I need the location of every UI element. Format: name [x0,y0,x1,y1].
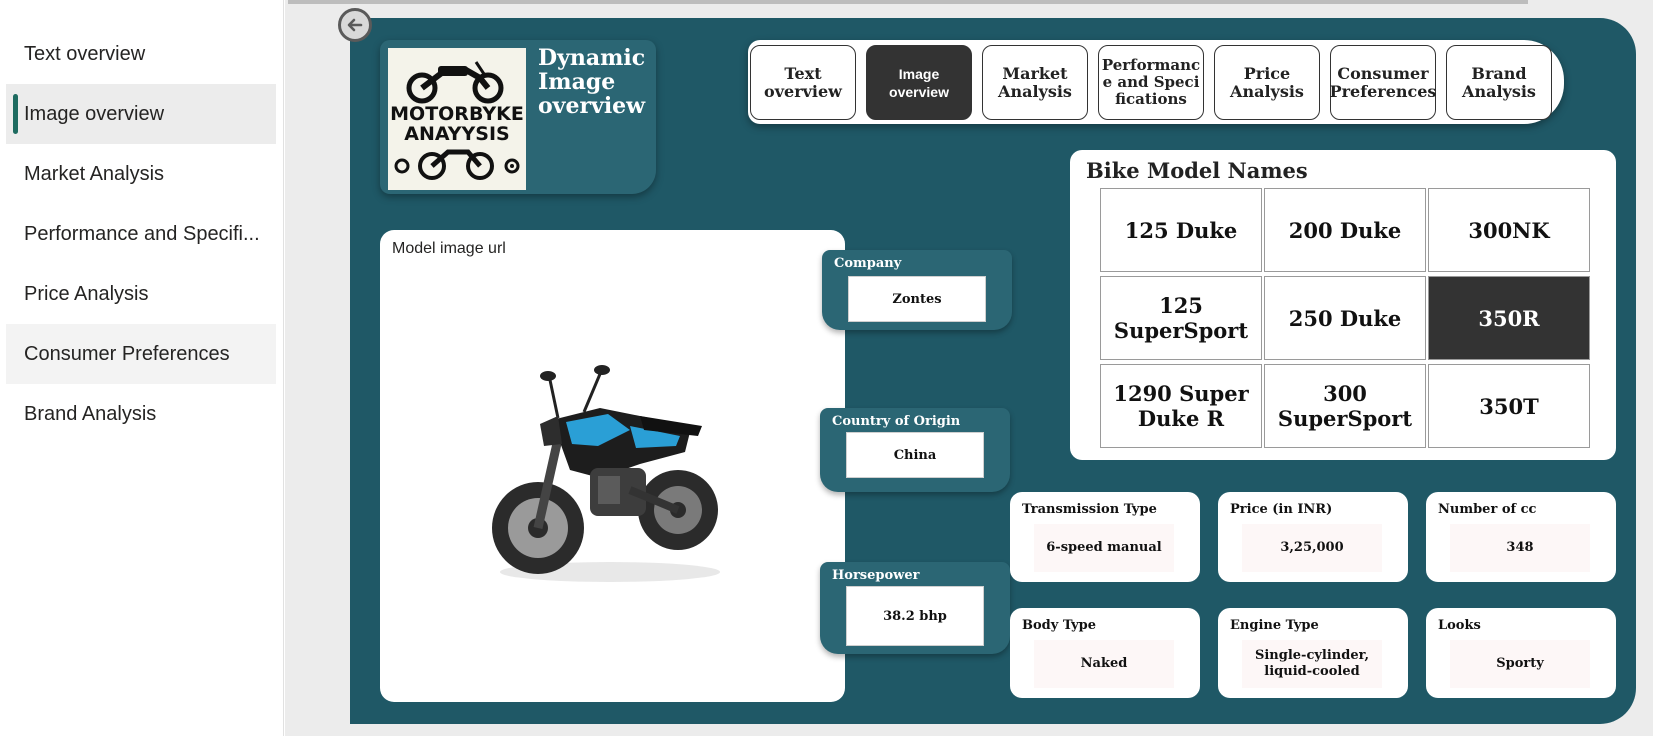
tab-image-overview[interactable]: Image overview [866,45,972,120]
bike-model-slicer: Bike Model Names 125 Duke 200 Duke 300NK… [1070,150,1616,460]
looks-card: Looks Sporty [1426,608,1616,698]
body-type-value: Naked [1034,640,1174,688]
motorcycle-image [492,365,720,582]
engine-type-value: Single-cylinder, liquid-cooled [1242,640,1382,688]
country-card: Country of Origin China [820,408,1010,492]
horsepower-value: 38.2 bhp [846,586,984,646]
page-navigation: Text overview Image overview Market Anal… [0,0,284,736]
model-cell-350r[interactable]: 350R [1428,276,1590,360]
cc-label: Number of cc [1438,502,1537,517]
bike-model-title: Bike Model Names [1086,158,1308,183]
back-button[interactable] [338,8,372,42]
looks-value: Sporty [1450,640,1590,688]
motorbyke-logo: MOTORBYKE ANAYYSIS [388,48,526,190]
body-type-card: Body Type Naked [1010,608,1200,698]
transmission-card: Transmission Type 6-speed manual [1010,492,1200,582]
engine-type-card: Engine Type Single-cylinder, liquid-cool… [1218,608,1408,698]
tab-consumer-preferences[interactable]: Consumer Preferences [1330,45,1436,120]
model-cell-300-supersport[interactable]: 300 SuperSport [1264,364,1426,448]
looks-label: Looks [1438,618,1481,633]
body-type-label: Body Type [1022,618,1096,633]
nav-item-text-overview[interactable]: Text overview [6,24,276,84]
model-cell-1290-super-duke-r[interactable]: 1290 Super Duke R [1100,364,1262,448]
tab-brand-analysis[interactable]: Brand Analysis [1446,45,1552,120]
horizontal-scrollbar[interactable] [288,0,1528,4]
cc-value: 348 [1450,524,1590,572]
tab-market-analysis[interactable]: Market Analysis [982,45,1088,120]
company-label: Company [834,256,902,271]
svg-text:ANAYYSIS: ANAYYSIS [404,123,509,145]
model-cell-350t[interactable]: 350T [1428,364,1590,448]
nav-item-label: Market Analysis [24,162,165,185]
horsepower-card: Horsepower 38.2 bhp [820,562,1010,654]
active-indicator [13,94,18,134]
model-cell-250-duke[interactable]: 250 Duke [1264,276,1426,360]
model-cell-125-supersport[interactable]: 125 SuperSport [1100,276,1262,360]
tab-price-analysis[interactable]: Price Analysis [1214,45,1320,120]
nav-item-price-analysis[interactable]: Price Analysis [6,264,276,324]
model-cell-300nk[interactable]: 300NK [1428,188,1590,272]
nav-item-consumer-preferences[interactable]: Consumer Preferences [6,324,276,384]
horsepower-label: Horsepower [832,568,920,583]
transmission-value: 6-speed manual [1034,524,1174,572]
price-value: 3,25,000 [1242,524,1382,572]
price-card: Price (in INR) 3,25,000 [1218,492,1408,582]
company-value: Zontes [848,276,986,322]
country-value: China [846,432,984,478]
nav-item-performance[interactable]: Performance and Specifi... [6,204,276,264]
nav-item-brand-analysis[interactable]: Brand Analysis [6,384,276,444]
cc-card: Number of cc 348 [1426,492,1616,582]
nav-item-image-overview[interactable]: Image overview [6,84,276,144]
tab-bar: Text overview Image overview Market Anal… [748,40,1564,124]
nav-item-label: Text overview [24,42,146,65]
price-label: Price (in INR) [1230,502,1333,517]
transmission-label: Transmission Type [1022,502,1157,517]
tab-text-overview[interactable]: Text overview [750,45,856,120]
nav-item-label: Performance and Specifi... [24,222,260,245]
nav-item-market-analysis[interactable]: Market Analysis [6,144,276,204]
model-image-title: Model image url [392,240,506,257]
back-arrow-icon [347,18,363,32]
model-cell-200-duke[interactable]: 200 Duke [1264,188,1426,272]
svg-text:MOTORBYKE: MOTORBYKE [390,103,524,125]
country-label: Country of Origin [832,414,961,429]
nav-item-label: Consumer Preferences [24,342,230,365]
nav-item-label: Image overview [24,102,165,125]
chevron-right-icon[interactable]: › [1597,306,1604,332]
engine-type-label: Engine Type [1230,618,1319,633]
logo-card: MOTORBYKE ANAYYSIS Dynamic Image overvie… [380,40,656,194]
page-title: Dynamic Image overview [538,45,646,119]
tab-performance-specifications[interactable]: Performance and Specifications [1098,45,1204,120]
model-cell-125-duke[interactable]: 125 Duke [1100,188,1262,272]
model-image-card: Model image url [380,230,845,702]
company-card: Company Zontes [822,250,1012,330]
nav-item-label: Brand Analysis [24,402,157,425]
bike-model-grid: 125 Duke 200 Duke 300NK 125 SuperSport 2… [1100,188,1590,450]
nav-item-label: Price Analysis [24,282,149,305]
